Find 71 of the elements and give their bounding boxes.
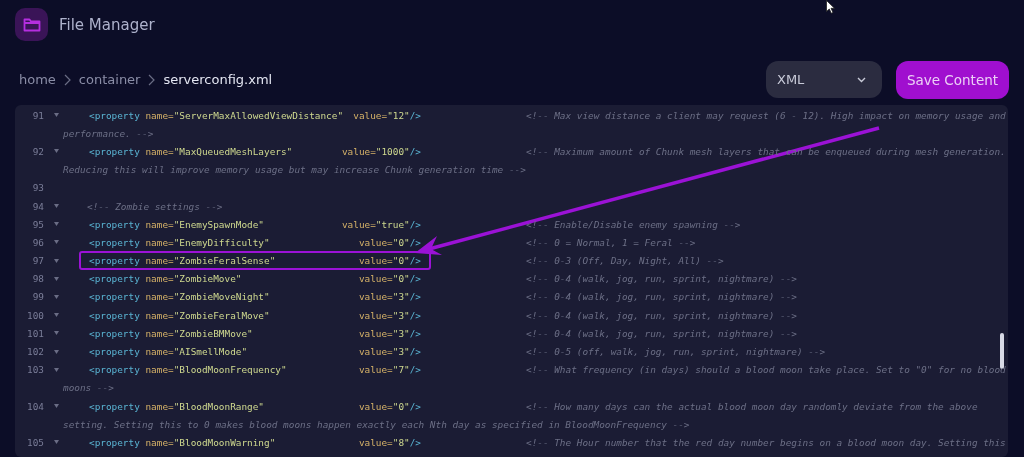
code-text: <property name="BloodMoonWarning" value="8"/> [88, 435, 422, 450]
code-comment: <!-- 0-4 (walk, jog, run, sprint, nightmare) --> [526, 309, 797, 321]
fold-arrow-icon [54, 367, 59, 372]
format-select[interactable]: XML [766, 61, 882, 98]
breadcrumb-link[interactable]: container [78, 72, 141, 87]
chevron-right-icon [148, 73, 156, 86]
line-number: 91 [31, 109, 44, 121]
code-comment: Reducing this will improve memory usage but may increase Chunk generation time --> [63, 164, 526, 176]
chevron-right-icon [63, 73, 71, 86]
code-comment: <!-- Zombie settings --> [87, 200, 223, 212]
breadcrumb-link[interactable]: serverconfig.xml [163, 72, 273, 87]
code-text: <property name="AISmellMode" value="3"/> [88, 345, 422, 360]
code-comment: <!-- How many days can the actual blood moon day randomly deviate from the above [526, 400, 978, 412]
code-comment: <!-- Maximum amount of Chunk mesh layers that can be enqueued during mesh generation. [526, 145, 1006, 157]
folder-icon [22, 17, 41, 32]
app-title: File Manager [59, 15, 155, 34]
line-number: 104 [26, 400, 44, 412]
code-text: <property name="ZombieMoveNight" value="3"/> [88, 290, 422, 305]
code-text: <property name="ZombieBMMove" value="3"/> [88, 326, 422, 341]
code-comment: <!-- 0 = Normal, 1 = Feral --> [526, 236, 696, 248]
line-number: 95 [31, 218, 44, 230]
code-comment: <!-- 0-4 (walk, jog, run, sprint, nightmare) --> [526, 291, 797, 303]
code-text: <property name="ZombieFeralSense" value="0"/> [79, 251, 431, 271]
save-button[interactable]: Save Content [896, 60, 1009, 99]
line-number: 97 [31, 255, 44, 267]
fold-arrow-icon [54, 258, 59, 263]
line-number: 94 [31, 200, 44, 212]
line-number: 103 [26, 364, 44, 376]
code-comment: <!-- What frequency (in days) should a blood moon take place. Set to "0" for no blood [526, 364, 1006, 376]
fold-arrow-icon [54, 204, 59, 209]
code-comment: <!-- The Hour number that the red day number begins on a blood moon day. Setting this [526, 436, 1006, 448]
code-comment: <!-- Enable/Disable enemy spawning --> [526, 218, 741, 230]
fold-arrow-icon [54, 149, 59, 154]
line-number: 100 [26, 309, 44, 321]
fold-arrow-icon [54, 331, 59, 336]
code-comment: performance. --> [63, 127, 154, 139]
code-comment: <!-- 0-5 (off, walk, jog, run, sprint, nightmare) --> [526, 346, 826, 358]
code-text: <property name="BloodMoonFrequency" value="7"/> [88, 363, 422, 378]
code-text: <property name="BloodMoonRange" value="0"/> [88, 399, 422, 414]
code-comment: setting. Setting this to 0 makes blood moons happen exactly each Nth day as specified in BloodMoonFrequency --> [63, 418, 690, 430]
breadcrumb-link[interactable]: home [19, 72, 56, 87]
line-number: 93 [31, 182, 44, 194]
mouse-pointer-icon [826, 0, 835, 14]
line-number: 99 [31, 291, 44, 303]
fold-arrow-icon [54, 440, 59, 445]
code-text: <property name="ZombieFeralMove" value="3"/> [88, 308, 422, 323]
fold-arrow-icon [54, 404, 59, 409]
code-comment: <!-- 0-4 (walk, jog, run, sprint, nightmare) --> [526, 327, 797, 339]
fold-arrow-icon [54, 294, 59, 299]
code-text: <property name="ServerMaxAllowedViewDistance" value="12"/> [88, 108, 422, 123]
line-number: 96 [31, 236, 44, 248]
code-comment: <!-- 0-4 (walk, jog, run, sprint, nightmare) --> [526, 273, 797, 285]
fold-arrow-icon [54, 222, 59, 227]
line-number: 92 [31, 145, 44, 157]
line-number: 102 [26, 346, 44, 358]
code-comment: moons --> [63, 382, 114, 394]
line-number: 101 [26, 327, 44, 339]
line-number: 98 [31, 273, 44, 285]
fold-arrow-icon [54, 313, 59, 318]
fold-arrow-icon [54, 240, 59, 245]
line-number: 105 [26, 436, 44, 448]
fold-arrow-icon [54, 276, 59, 281]
code-text: <property name="ZombieMove" value="0"/> [88, 272, 422, 287]
code-text: <property name="EnemySpawnMode" value="true"/> [88, 217, 422, 232]
code-text: <property name="MaxQueuedMeshLayers" value="1000"/> [88, 144, 422, 159]
code-comment: <!-- Max view distance a client may request (6 - 12). High impact on memory usage and [526, 109, 1006, 121]
fold-arrow-icon [54, 349, 59, 354]
chevron-down-icon [857, 76, 866, 83]
code-text: <property name="EnemyDifficulty" value="0"/> [88, 235, 422, 250]
fold-arrow-icon [54, 113, 59, 118]
code-comment: <!-- 0-3 (Off, Day, Night, All) --> [526, 255, 724, 267]
